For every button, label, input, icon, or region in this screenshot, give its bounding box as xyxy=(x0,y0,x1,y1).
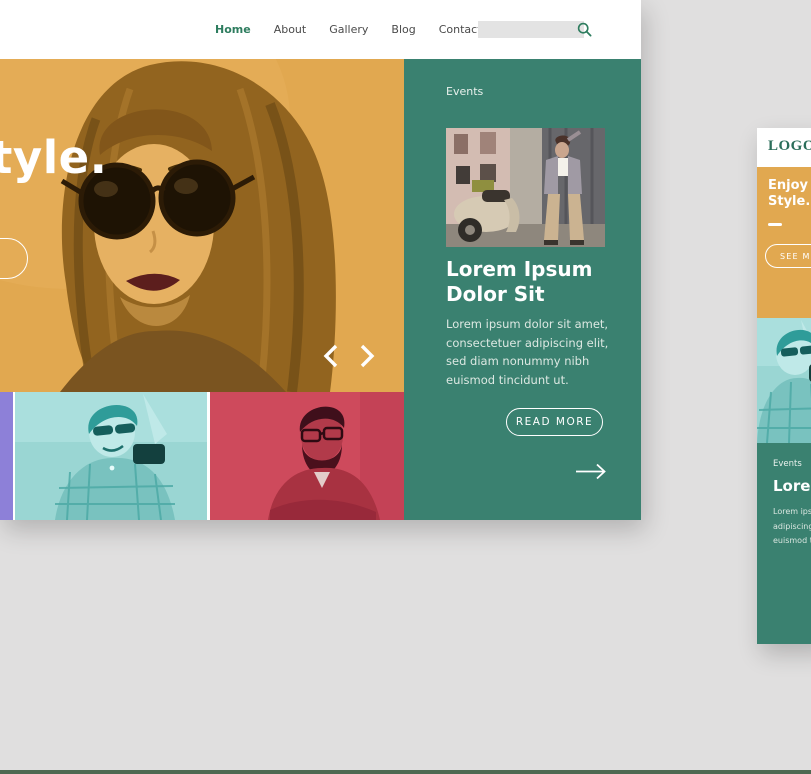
carousel-arrows[interactable] xyxy=(320,343,378,369)
bottom-partial-mockup xyxy=(0,770,811,774)
events-photo xyxy=(446,128,605,247)
mobile-cyan-woman-illustration xyxy=(757,318,811,443)
desktop-header: Home About Gallery Blog Contact xyxy=(0,0,641,59)
mobile-events-section: Events Lorem Ipsum Dolor Sit Lorem ipsum… xyxy=(757,443,811,644)
read-more-button[interactable]: READ MORE xyxy=(506,408,603,436)
main-nav: Home About Gallery Blog Contact xyxy=(215,0,482,59)
street-photo-illustration xyxy=(446,128,605,247)
chevron-left-icon xyxy=(326,346,336,366)
mobile-mockup: LOGO Enjoy Style. SEE MORE xyxy=(757,128,811,644)
tile-red-photo xyxy=(210,392,404,520)
chevron-right-icon xyxy=(362,346,372,366)
cyan-woman-illustration xyxy=(15,392,207,520)
hero-section: Style. xyxy=(0,59,404,392)
nav-item-blog[interactable]: Blog xyxy=(391,23,415,36)
mobile-hero: Enjoy Style. SEE MORE xyxy=(757,167,811,318)
mobile-photo xyxy=(757,318,811,443)
hero-headline: Style. xyxy=(0,131,107,184)
mobile-events-title: Lorem Ipsum Dolor Sit xyxy=(773,477,811,495)
events-title: Lorem Ipsum Dolor Sit xyxy=(446,257,592,307)
logo[interactable]: LOGO xyxy=(768,138,811,155)
nav-item-contact[interactable]: Contact xyxy=(439,23,482,36)
mobile-events-body: Lorem ipsum dolor sit amet, adipiscing e… xyxy=(773,505,811,549)
events-sidebar: Events xyxy=(404,59,641,520)
mobile-hero-headline: Enjoy Style. xyxy=(768,178,810,210)
tile-cyan-photo xyxy=(15,392,207,520)
design-canvas: Home About Gallery Blog Contact xyxy=(0,0,811,774)
search-input[interactable] xyxy=(478,21,584,38)
nav-item-gallery[interactable]: Gallery xyxy=(329,23,368,36)
mobile-header: LOGO xyxy=(757,128,811,167)
arrow-right-icon[interactable] xyxy=(575,463,607,480)
desktop-mockup: Home About Gallery Blog Contact xyxy=(0,0,641,520)
red-man-illustration xyxy=(210,392,404,520)
nav-item-home[interactable]: Home xyxy=(215,23,251,36)
events-eyebrow: Events xyxy=(446,85,483,98)
magnifier-icon[interactable] xyxy=(577,22,592,37)
tile-purple xyxy=(0,392,13,520)
mobile-see-more-button[interactable]: SEE MORE xyxy=(765,244,811,268)
events-body: Lorem ipsum dolor sit amet, consectetuer… xyxy=(446,315,608,389)
nav-item-about[interactable]: About xyxy=(274,23,307,36)
mobile-events-eyebrow: Events xyxy=(773,459,802,469)
headline-underline xyxy=(768,223,782,226)
